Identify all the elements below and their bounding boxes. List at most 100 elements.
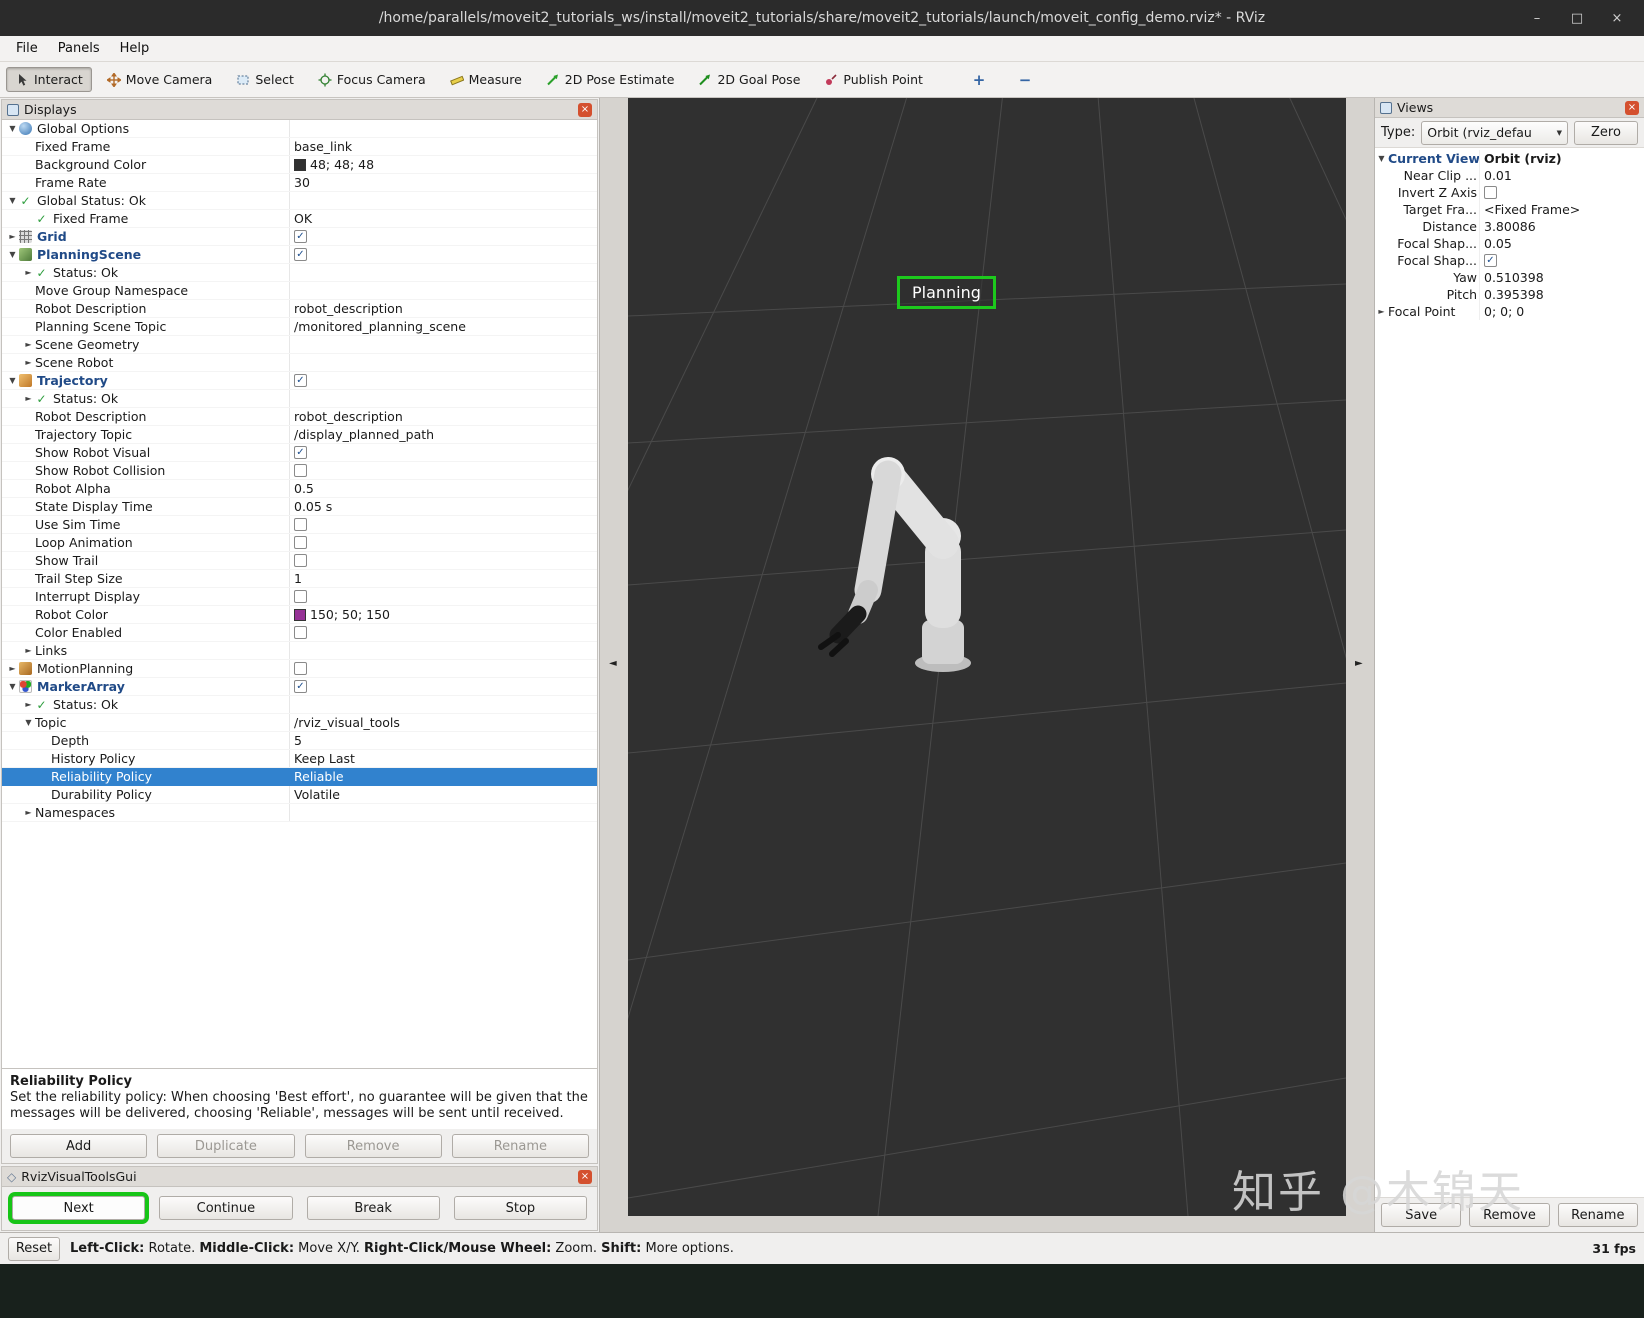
expander-collapsed-icon[interactable]: ► — [22, 646, 35, 655]
displays-row-10[interactable]: Robot Description robot_description — [2, 300, 597, 318]
views-row-4[interactable]: Distance 3.80086 — [1375, 218, 1644, 235]
displays-row-37[interactable]: Durability Policy Volatile — [2, 786, 597, 804]
property-value[interactable] — [289, 282, 597, 299]
views-row-7[interactable]: Yaw 0.510398 — [1375, 269, 1644, 286]
property-value[interactable]: robot_description — [289, 300, 597, 317]
displays-row-33[interactable]: ▼ Topic/rviz_visual_tools — [2, 714, 597, 732]
expander-expanded-icon[interactable]: ▼ — [22, 718, 35, 727]
property-value[interactable]: Orbit (rviz) — [1479, 150, 1644, 167]
displays-row-20[interactable]: Robot Alpha 0.5 — [2, 480, 597, 498]
displays-row-5[interactable]: ✓ Fixed Frame OK — [2, 210, 597, 228]
property-value[interactable]: 0.05 — [1479, 235, 1644, 252]
checkbox-unchecked[interactable] — [1484, 186, 1497, 199]
menu-panels[interactable]: Panels — [48, 38, 110, 59]
add-tool-button[interactable]: + — [964, 66, 994, 94]
property-value[interactable] — [289, 390, 597, 407]
property-value[interactable]: ✓ — [289, 228, 597, 245]
expander-expanded-icon[interactable]: ▼ — [6, 124, 19, 133]
displays-close-icon[interactable]: × — [578, 102, 592, 117]
displays-row-17[interactable]: Trajectory Topic/display_planned_path — [2, 426, 597, 444]
views-row-8[interactable]: Pitch 0.395398 — [1375, 286, 1644, 303]
property-value[interactable]: 0.5 — [289, 480, 597, 497]
displays-row-38[interactable]: ► Namespaces — [2, 804, 597, 822]
property-value[interactable]: Volatile — [289, 786, 597, 803]
checkbox-checked[interactable]: ✓ — [294, 446, 307, 459]
property-value[interactable]: /display_planned_path — [289, 426, 597, 443]
displays-row-12[interactable]: ► Scene Geometry — [2, 336, 597, 354]
left-splitter[interactable]: ◄ — [600, 98, 628, 1232]
checkbox-checked[interactable]: ✓ — [294, 374, 307, 387]
expander-collapsed-icon[interactable]: ► — [6, 232, 19, 241]
property-value[interactable]: 30 — [289, 174, 597, 191]
property-value[interactable]: Reliable — [289, 768, 597, 785]
views-row-5[interactable]: Focal Shap... 0.05 — [1375, 235, 1644, 252]
expander-expanded-icon[interactable]: ▼ — [6, 682, 19, 691]
checkbox-unchecked[interactable] — [294, 662, 307, 675]
property-value[interactable]: 5 — [289, 732, 597, 749]
displays-row-36[interactable]: Reliability Policy Reliable — [2, 768, 597, 786]
property-value[interactable]: robot_description — [289, 408, 597, 425]
property-value[interactable] — [289, 588, 597, 605]
checkbox-unchecked[interactable] — [294, 554, 307, 567]
property-value[interactable] — [289, 552, 597, 569]
property-value[interactable] — [289, 642, 597, 659]
reset-button[interactable]: Reset — [8, 1236, 60, 1261]
checkbox-checked[interactable]: ✓ — [294, 248, 307, 261]
displays-row-14[interactable]: ▼ Trajectory ✓ — [2, 372, 597, 390]
views-close-icon[interactable]: × — [1625, 100, 1639, 115]
property-value[interactable] — [289, 534, 597, 551]
displays-row-11[interactable]: Planning Scene Topic/monitored_planning_… — [2, 318, 597, 336]
property-value[interactable]: 48; 48; 48 — [289, 156, 597, 173]
views-row-1[interactable]: Near Clip ... 0.01 — [1375, 167, 1644, 184]
checkbox-unchecked[interactable] — [294, 536, 307, 549]
expander-collapsed-icon[interactable]: ► — [22, 394, 35, 403]
displays-row-22[interactable]: Use Sim Time — [2, 516, 597, 534]
stop-button[interactable]: Stop — [453, 1196, 587, 1220]
right-splitter[interactable]: ► — [1346, 98, 1374, 1232]
property-value[interactable]: 150; 50; 150 — [289, 606, 597, 623]
displays-row-8[interactable]: ► ✓ Status: Ok — [2, 264, 597, 282]
menu-help[interactable]: Help — [110, 38, 160, 59]
property-value[interactable]: ✓ — [289, 678, 597, 695]
expander-collapsed-icon[interactable]: ► — [1375, 307, 1388, 316]
property-value[interactable]: 0; 0; 0 — [1479, 303, 1644, 320]
displays-row-21[interactable]: State Display Time 0.05 s — [2, 498, 597, 516]
toolsgui-panel-header[interactable]: ◇ RvizVisualToolsGui × — [2, 1167, 597, 1187]
displays-row-19[interactable]: Show Robot Collision — [2, 462, 597, 480]
expander-collapsed-icon[interactable]: ► — [6, 664, 19, 673]
property-value[interactable] — [289, 192, 597, 209]
maximize-icon[interactable]: □ — [1564, 5, 1590, 31]
titlebar[interactable]: /home/parallels/moveit2_tutorials_ws/ins… — [0, 0, 1644, 36]
expander-collapsed-icon[interactable]: ► — [22, 358, 35, 367]
property-value[interactable]: 0.510398 — [1479, 269, 1644, 286]
checkbox-checked[interactable]: ✓ — [294, 680, 307, 693]
checkbox-unchecked[interactable] — [294, 590, 307, 603]
displays-row-3[interactable]: Frame Rate 30 — [2, 174, 597, 192]
continue-button[interactable]: Continue — [159, 1196, 293, 1220]
property-value[interactable] — [289, 120, 597, 137]
tool-focus-camera[interactable]: Focus Camera — [309, 67, 435, 92]
property-value[interactable]: ✓ — [1479, 252, 1644, 269]
displays-row-26[interactable]: Interrupt Display — [2, 588, 597, 606]
property-value[interactable]: ✓ — [289, 246, 597, 263]
zero-button[interactable]: Zero — [1574, 120, 1638, 145]
collapse-right-icon[interactable]: ► — [1355, 658, 1363, 669]
displays-row-2[interactable]: Background Color 48; 48; 48 — [2, 156, 597, 174]
property-value[interactable]: 0.05 s — [289, 498, 597, 515]
checkbox-checked[interactable]: ✓ — [294, 230, 307, 243]
displays-row-9[interactable]: Move Group Namespace — [2, 282, 597, 300]
expander-expanded-icon[interactable]: ▼ — [6, 196, 19, 205]
displays-row-18[interactable]: Show Robot Visual ✓ — [2, 444, 597, 462]
close-icon[interactable]: × — [1604, 5, 1630, 31]
displays-row-25[interactable]: Trail Step Size 1 — [2, 570, 597, 588]
property-value[interactable]: 0.01 — [1479, 167, 1644, 184]
views-row-3[interactable]: Target Fra... <Fixed Frame> — [1375, 201, 1644, 218]
property-value[interactable]: ✓ — [289, 444, 597, 461]
displays-row-32[interactable]: ► ✓ Status: Ok — [2, 696, 597, 714]
property-value[interactable] — [289, 336, 597, 353]
toolsgui-close-icon[interactable]: × — [578, 1169, 592, 1184]
displays-row-24[interactable]: Show Trail — [2, 552, 597, 570]
displays-row-31[interactable]: ▼ MarkerArray ✓ — [2, 678, 597, 696]
expander-collapsed-icon[interactable]: ► — [22, 700, 35, 709]
checkbox-unchecked[interactable] — [294, 626, 307, 639]
